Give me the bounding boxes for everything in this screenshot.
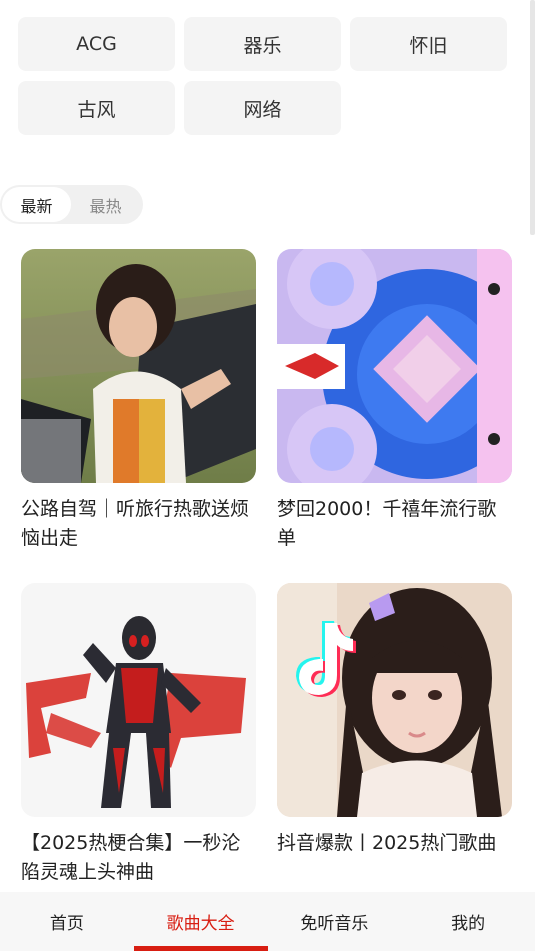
playlist-card[interactable]: 梦回2000！千禧年流行歌单 — [277, 249, 512, 553]
playlist-card[interactable]: 抖音爆款丨2025热门歌曲 — [277, 583, 512, 858]
playlist-title[interactable]: 抖音爆款丨2025热门歌曲 — [277, 829, 512, 858]
genre-chip-ancient-style[interactable]: 古风 — [18, 81, 175, 135]
playlist-card[interactable]: 【2025热梗合集】一秒沦陷灵魂上头神曲 — [21, 583, 256, 887]
tab-mine[interactable]: 我的 — [401, 892, 535, 951]
genre-chip-internet[interactable]: 网络 — [184, 81, 341, 135]
playlist-cover-image[interactable] — [21, 583, 256, 817]
sort-toggle: 最新 最热 — [0, 185, 143, 224]
tab-home[interactable]: 首页 — [0, 892, 134, 951]
page-scrollbar[interactable] — [530, 0, 535, 235]
genre-grid: ACG 器乐 怀旧 古风 网络 — [18, 17, 508, 135]
playlist-title[interactable]: 【2025热梗合集】一秒沦陷灵魂上头神曲 — [21, 829, 256, 887]
genre-chip-nostalgia[interactable]: 怀旧 — [350, 17, 507, 71]
genre-chip-instrumental[interactable]: 器乐 — [184, 17, 341, 71]
playlist-cover-image[interactable] — [277, 583, 512, 817]
playlist-card[interactable]: 公路自驾｜听旅行热歌送烦恼出走 — [21, 249, 256, 553]
genre-chip-acg[interactable]: ACG — [18, 17, 175, 71]
playlist-cover-image[interactable] — [21, 249, 256, 483]
sort-option-newest[interactable]: 最新 — [2, 187, 71, 222]
sort-option-hottest[interactable]: 最热 — [71, 187, 140, 222]
playlist-title[interactable]: 公路自驾｜听旅行热歌送烦恼出走 — [21, 495, 256, 553]
tab-song-library[interactable]: 歌曲大全 — [133, 892, 268, 951]
playlist-title[interactable]: 梦回2000！千禧年流行歌单 — [277, 495, 512, 553]
playlist-cover-image[interactable] — [277, 249, 512, 483]
tab-free-music[interactable]: 免听音乐 — [268, 892, 402, 951]
bottom-tab-bar: 首页 歌曲大全 免听音乐 我的 — [0, 892, 535, 951]
